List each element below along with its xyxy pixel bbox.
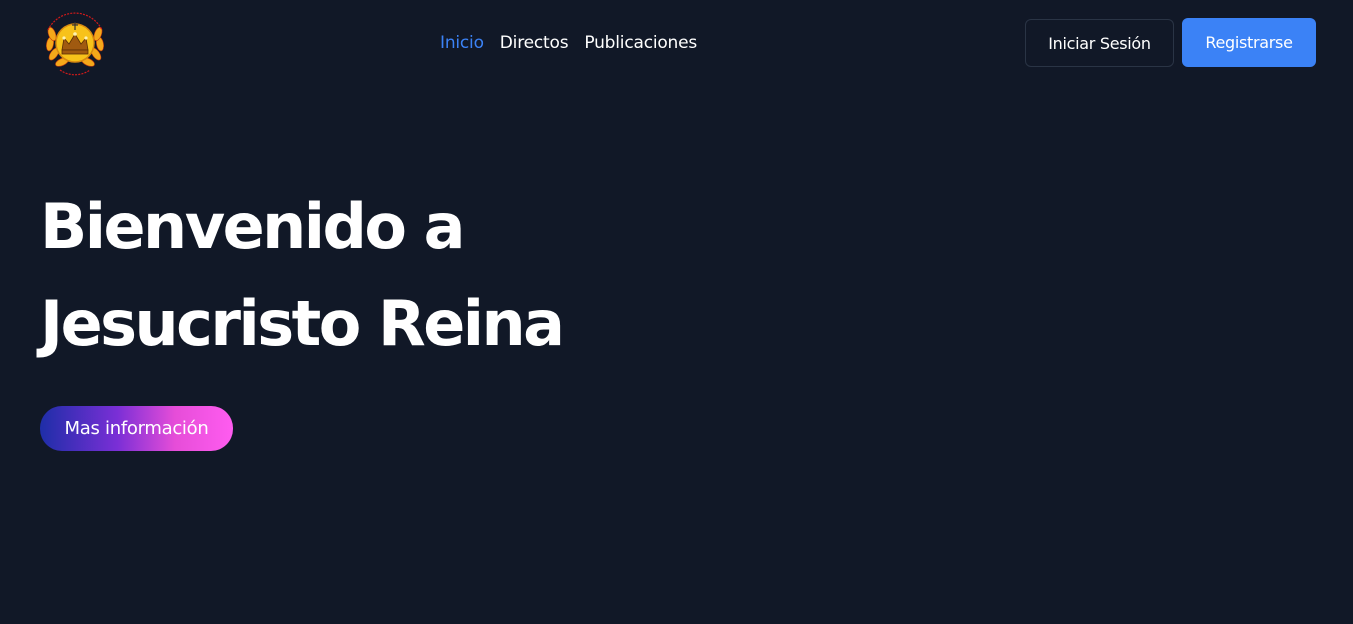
site-header: Inicio Directos Publicaciones Iniciar Se… <box>0 0 1353 86</box>
main-nav: Inicio Directos Publicaciones <box>440 31 697 55</box>
page: Inicio Directos Publicaciones Iniciar Se… <box>0 0 1353 624</box>
nav-item-directos[interactable]: Directos <box>500 33 569 53</box>
register-button[interactable]: Registrarse <box>1182 18 1316 67</box>
hero-title-line-2: Jesucristo Reina <box>40 287 565 360</box>
more-info-button[interactable]: Mas información <box>40 406 233 451</box>
nav-item-publicaciones[interactable]: Publicaciones <box>584 33 697 53</box>
hero-title-line-1: Bienvenido a <box>40 190 465 263</box>
nav-item-inicio[interactable]: Inicio <box>440 33 484 53</box>
crown-laurel-logo-icon[interactable] <box>40 8 110 76</box>
hero-title: Bienvenido a Jesucristo Reina <box>40 178 740 372</box>
login-button[interactable]: Iniciar Sesión <box>1025 19 1174 67</box>
